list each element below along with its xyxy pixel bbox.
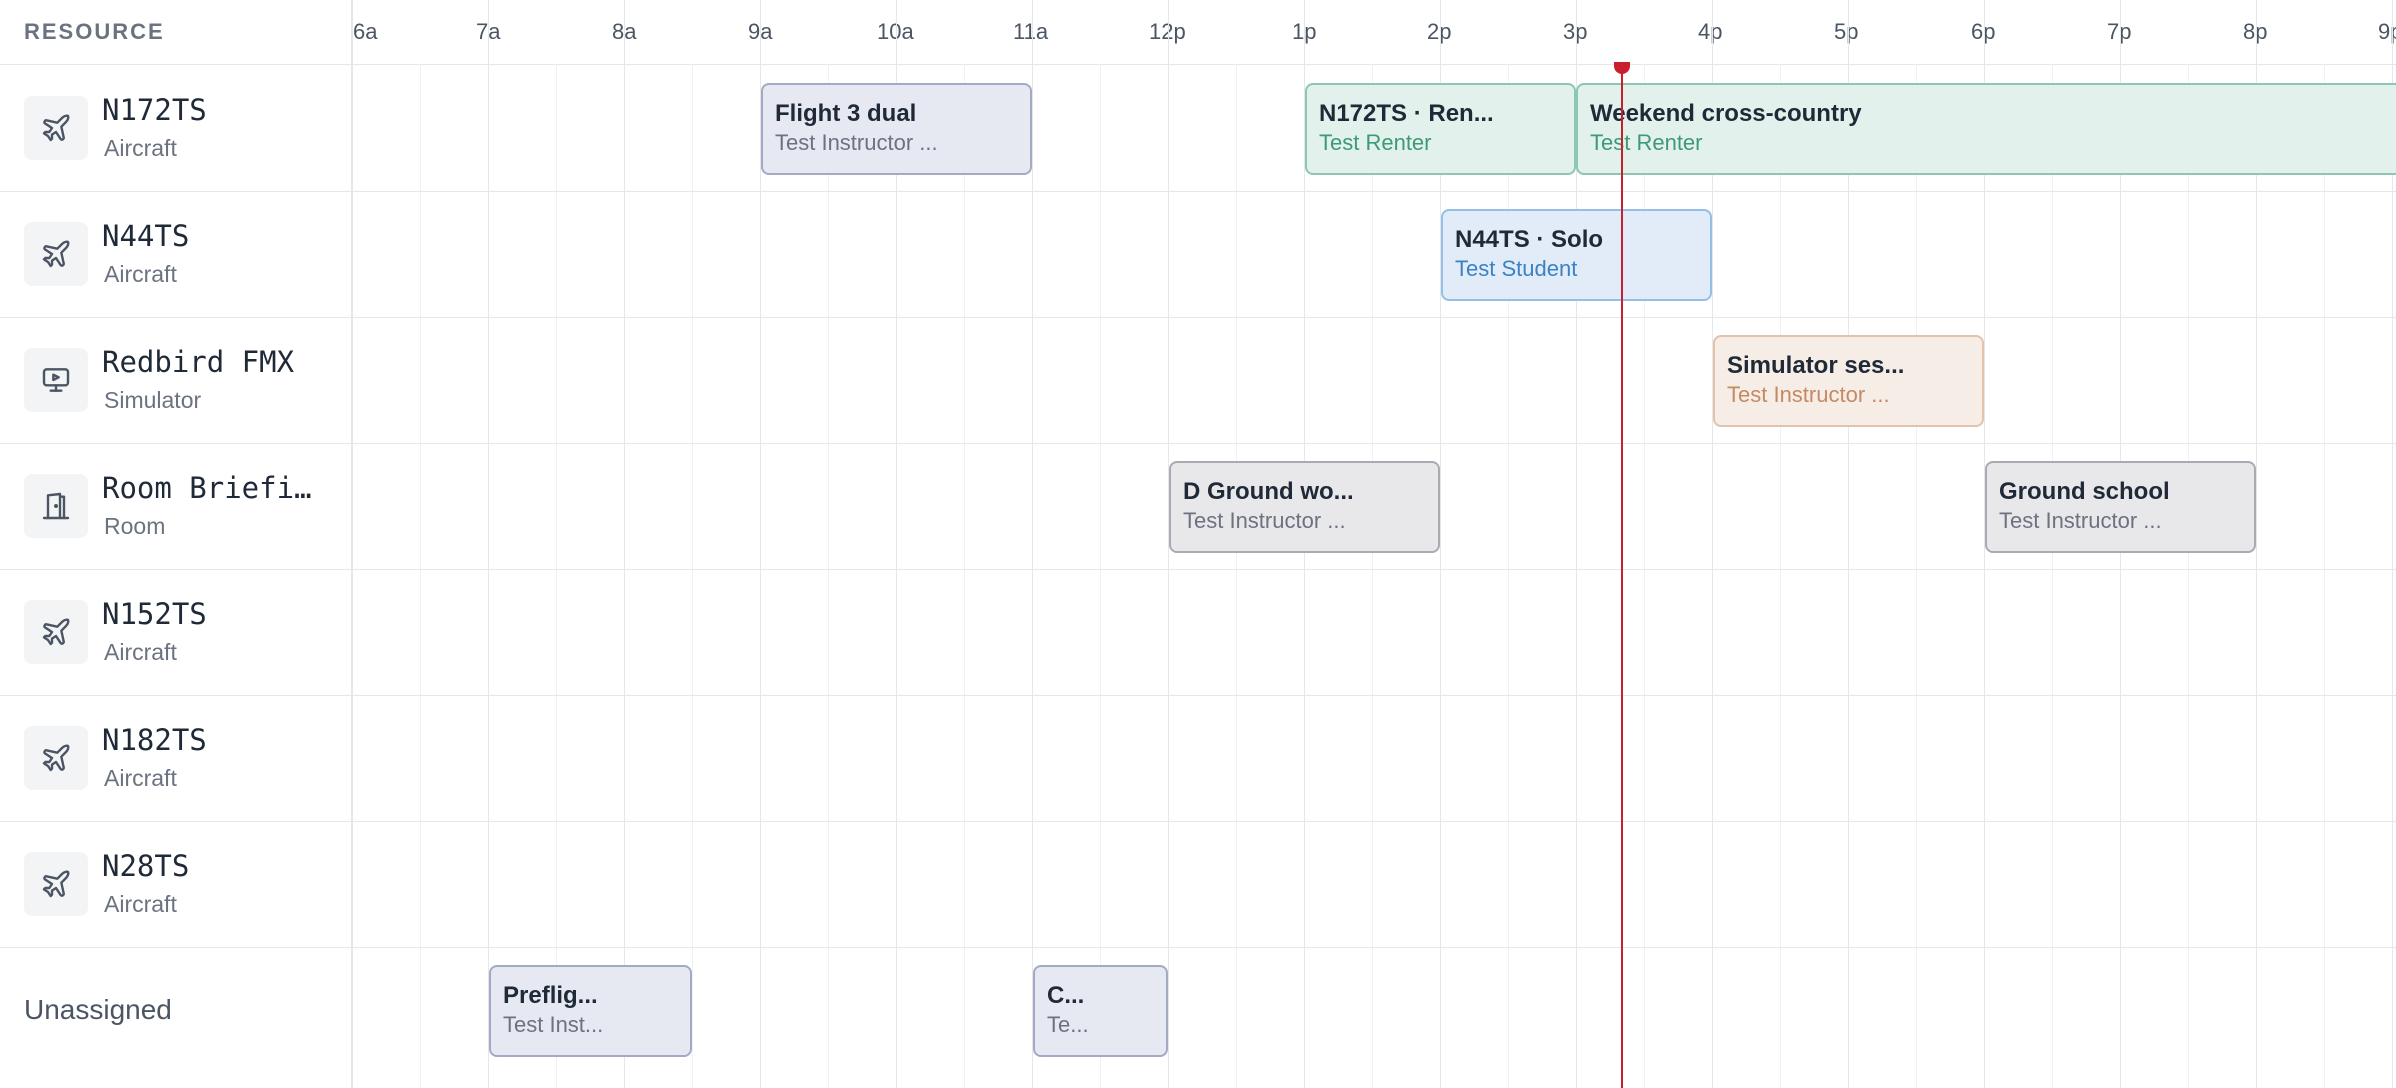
airplane-icon [24, 852, 88, 916]
hour-label: 5p [1834, 19, 1859, 44]
booking-weekend-cross-country[interactable]: Weekend cross-country Test Renter [1576, 83, 2396, 175]
booking-subtitle: Test Instructor ... [1999, 508, 2162, 533]
booking-ground-work[interactable]: D Ground wo... Test Instructor ... [1169, 461, 1440, 553]
resource-name[interactable]: Room Briefin… [102, 471, 324, 505]
booking-title: N44TS · Solo [1455, 226, 1604, 253]
resource-row-unassigned: Unassigned [0, 947, 2396, 1073]
resource-row-n182ts: N182TS Aircraft [0, 695, 2396, 822]
booking-subtitle: Test Instructor ... [1727, 382, 1890, 407]
booking-title: Simulator ses... [1727, 352, 1905, 379]
resource-row-redbird-fmx: Redbird FMX Simulator [0, 317, 2396, 444]
hour-label: 4p [1698, 19, 1723, 44]
booking-preflight[interactable]: Preflig... Test Inst... [489, 965, 692, 1057]
booking-subtitle: Test Student [1455, 256, 1578, 281]
resource-type: Aircraft [104, 261, 177, 287]
airplane-icon [24, 726, 88, 790]
resource-row-n44ts: N44TS Aircraft [0, 191, 2396, 318]
booking-flight-3-dual[interactable]: Flight 3 dual Test Instructor ... [761, 83, 1032, 175]
schedule-timeline: RESOURCE 6a 7a 8a 9a 10a 11a 12p 1p 2p 3… [0, 0, 2396, 1088]
resource-name[interactable]: N44TS [102, 219, 189, 253]
airplane-icon [24, 96, 88, 160]
resource-type: Room [104, 513, 166, 539]
simulator-icon [24, 348, 88, 412]
booking-subtitle: Test Renter [1319, 130, 1432, 155]
booking-subtitle: Te... [1047, 1012, 1089, 1037]
resource-type: Simulator [104, 387, 202, 413]
resource-name[interactable]: N172TS [102, 93, 207, 127]
airplane-icon [24, 600, 88, 664]
hour-label: 6a [353, 19, 378, 44]
resource-row-n28ts: N28TS Aircraft [0, 821, 2396, 948]
booking-title: N172TS · Ren... [1319, 100, 1494, 127]
resource-type: Aircraft [104, 639, 177, 665]
booking-title: Preflig... [503, 982, 598, 1009]
resource-name[interactable]: Redbird FMX [102, 345, 294, 379]
door-icon [24, 474, 88, 538]
booking-title: Weekend cross-country [1590, 100, 1862, 127]
booking-title: C... [1047, 982, 1085, 1009]
booking-subtitle: Test Inst... [503, 1012, 604, 1037]
booking-title: Ground school [1999, 478, 2170, 505]
booking-n172ts-rental[interactable]: N172TS · Ren... Test Renter [1305, 83, 1576, 175]
resource-row-n152ts: N152TS Aircraft [0, 569, 2396, 696]
booking-unassigned-c[interactable]: C... Te... [1033, 965, 1168, 1057]
booking-title: Flight 3 dual [775, 100, 917, 127]
hour-label: 9p [2378, 19, 2396, 44]
hour-label: 11a [1013, 19, 1049, 44]
current-time-line [1621, 64, 1623, 1088]
resource-type: Aircraft [104, 135, 177, 161]
booking-title: D Ground wo... [1183, 478, 1354, 505]
booking-simulator-session[interactable]: Simulator ses... Test Instructor ... [1713, 335, 1984, 427]
resource-name[interactable]: N28TS [102, 849, 189, 883]
resource-name[interactable]: N182TS [102, 723, 207, 757]
booking-n44ts-solo[interactable]: N44TS · Solo Test Student [1441, 209, 1712, 301]
booking-subtitle: Test Renter [1590, 130, 1703, 155]
booking-subtitle: Test Instructor ... [1183, 508, 1346, 533]
unassigned-label: Unassigned [24, 994, 172, 1025]
booking-ground-school[interactable]: Ground school Test Instructor ... [1985, 461, 2256, 553]
resource-type: Aircraft [104, 765, 177, 791]
resource-name[interactable]: N152TS [102, 597, 207, 631]
resource-column-header: RESOURCE [24, 19, 165, 44]
airplane-icon [24, 222, 88, 286]
booking-subtitle: Test Instructor ... [775, 130, 938, 155]
resource-type: Aircraft [104, 891, 177, 917]
